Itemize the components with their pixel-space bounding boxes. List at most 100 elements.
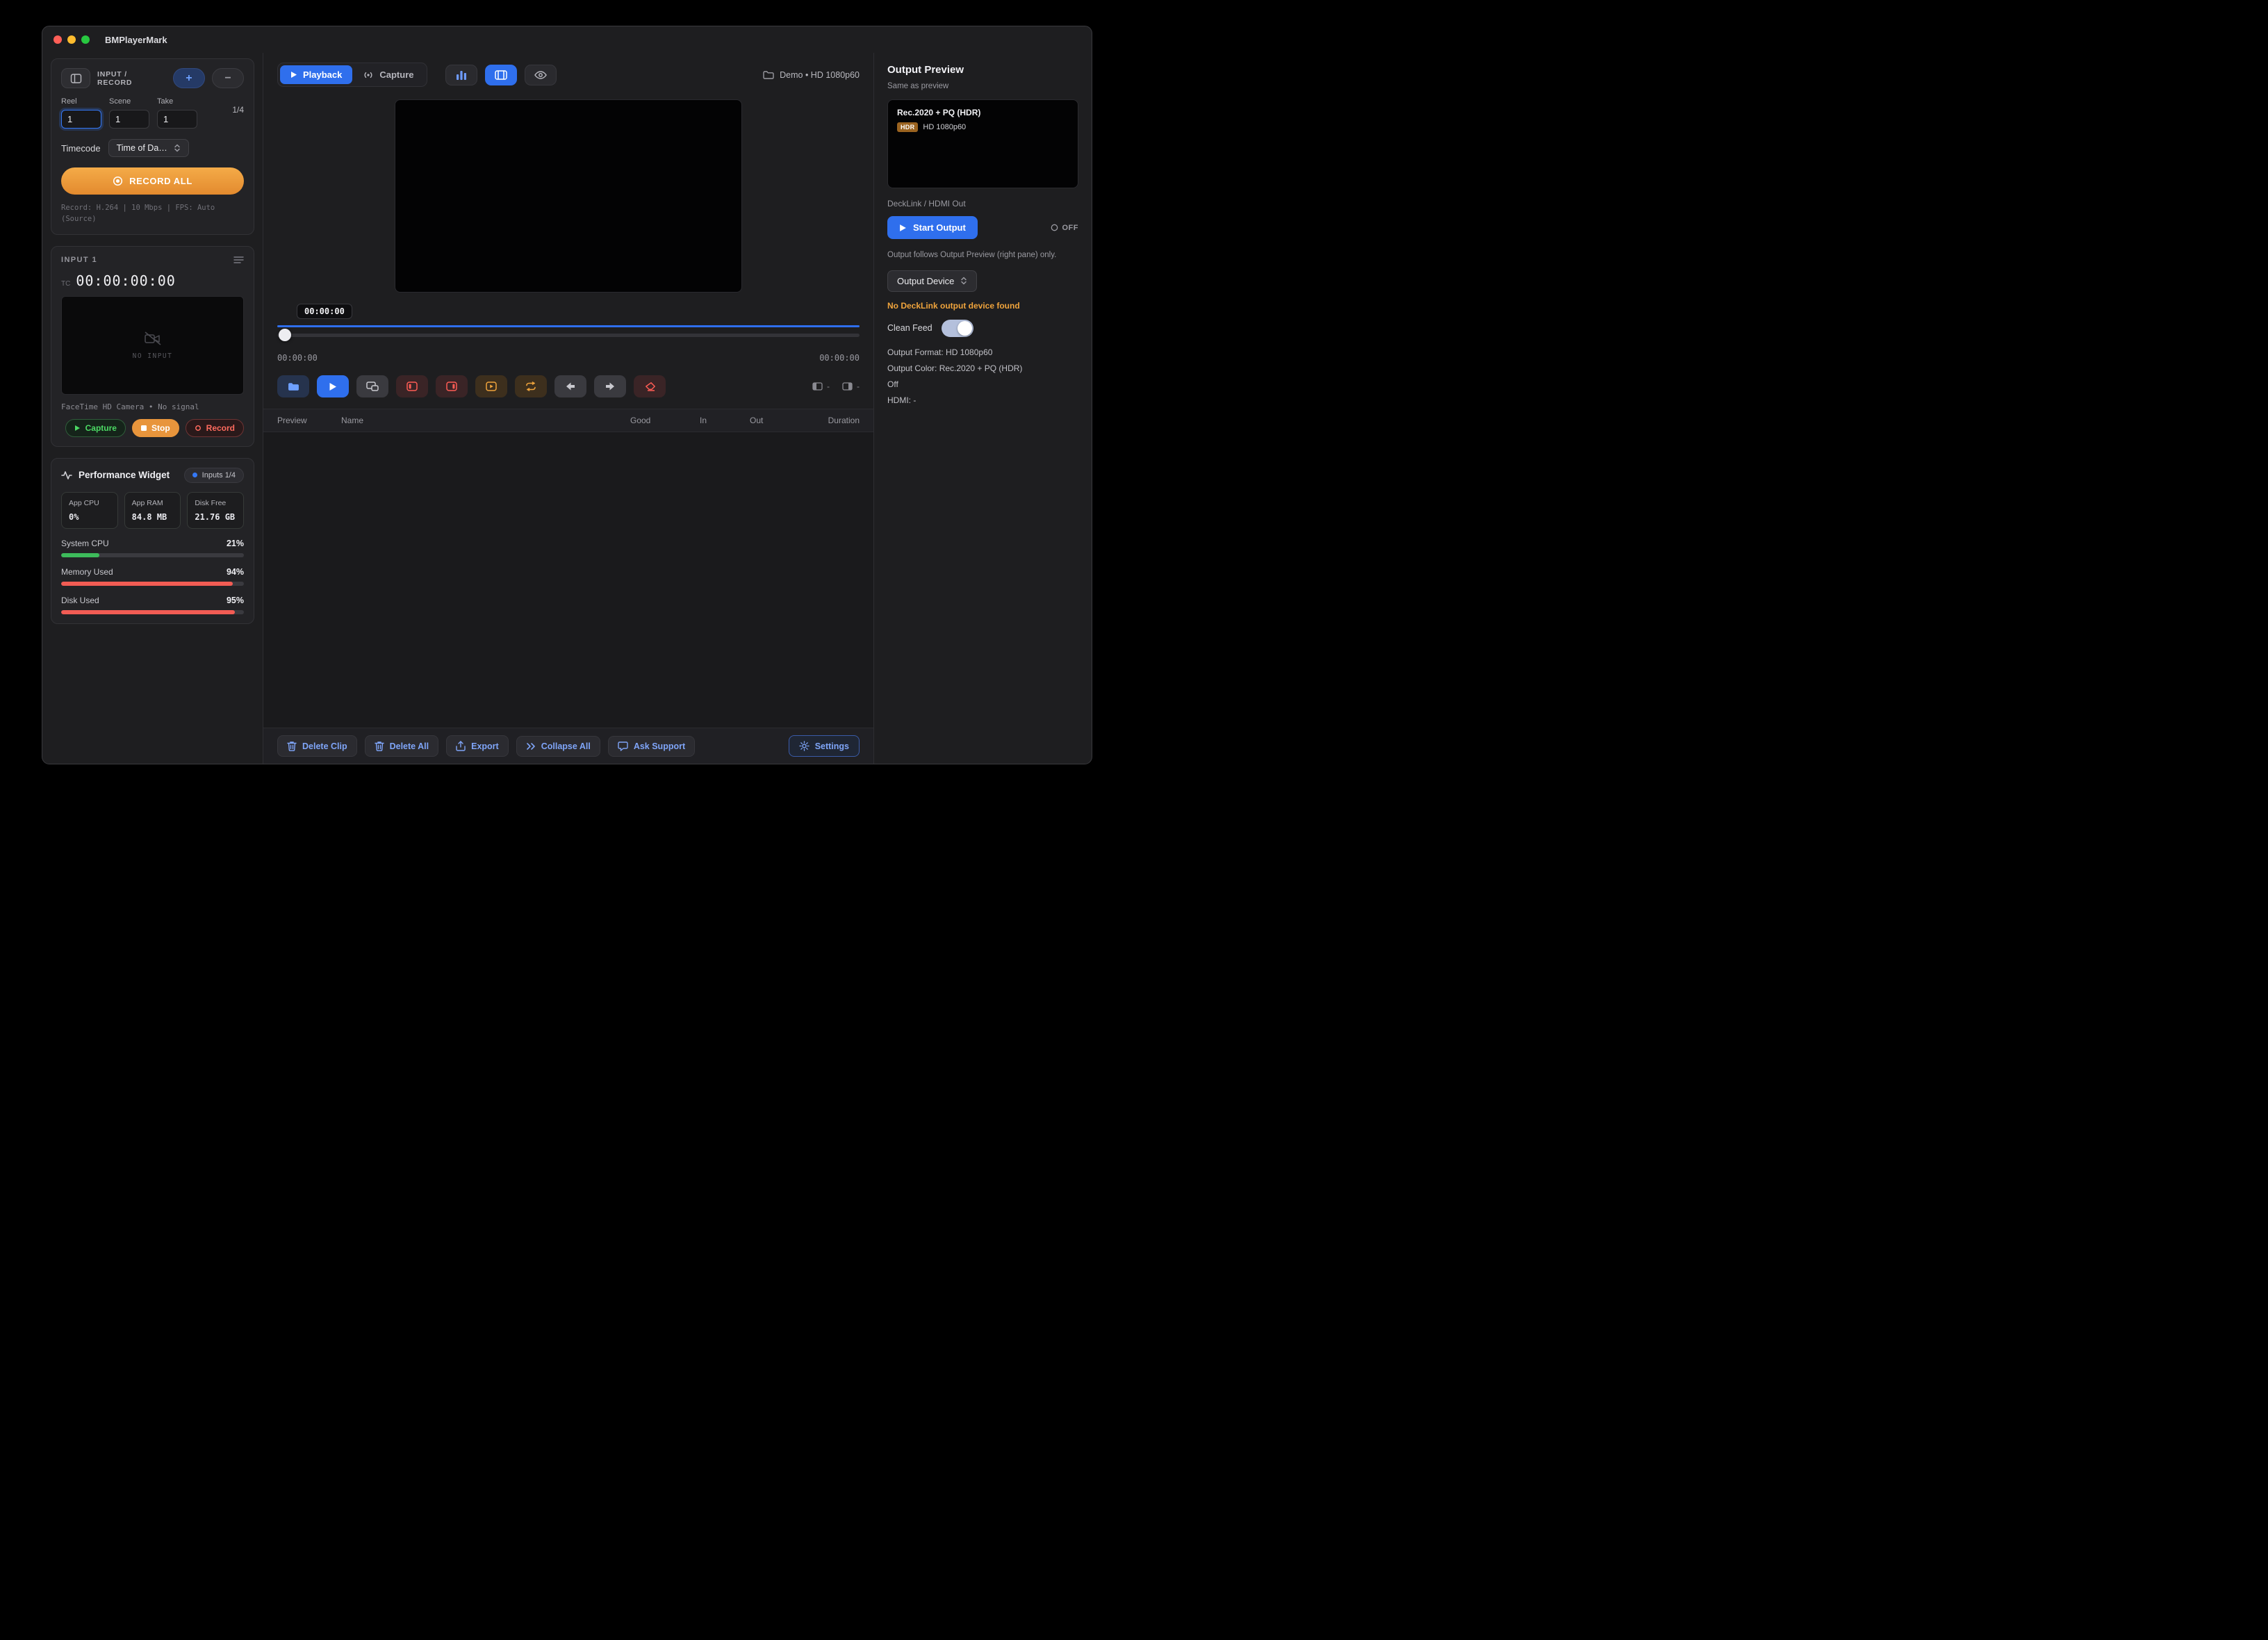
next-clip-button[interactable] <box>594 375 626 397</box>
timecode-label: Timecode <box>61 143 101 154</box>
collapse-all-button[interactable]: Collapse All <box>516 736 600 757</box>
output-title: Output Preview <box>887 64 1078 76</box>
take-field: Take <box>157 97 197 129</box>
scopes-button[interactable] <box>445 65 477 85</box>
right-pane-toggle[interactable]: - <box>842 382 860 391</box>
hdr-badge: HDR <box>897 122 918 132</box>
panel-title: INPUT / RECORD <box>97 70 159 87</box>
sidebar-panel-icon <box>70 74 82 83</box>
detail-output-state: Off <box>887 379 1078 389</box>
reel-input[interactable] <box>61 110 101 129</box>
stop-button[interactable]: Stop <box>132 419 179 437</box>
timecode-selected-value: Time of Da… <box>117 143 167 153</box>
tab-capture[interactable]: Capture <box>352 65 424 84</box>
pip-icon <box>366 382 379 391</box>
play-icon <box>899 224 907 232</box>
folder-icon <box>763 70 774 79</box>
eraser-icon <box>644 382 656 391</box>
output-warning: No DeckLink output device found <box>887 301 1078 311</box>
remove-input-button[interactable]: − <box>212 68 244 88</box>
frame-view-button[interactable] <box>485 65 517 85</box>
stat-app-ram: App RAM 84.8 MB <box>124 492 181 529</box>
scene-label: Scene <box>109 97 149 106</box>
capture-button[interactable]: Capture <box>65 419 126 437</box>
ask-support-button[interactable]: Ask Support <box>608 736 695 757</box>
chevron-up-down-icon <box>960 276 967 286</box>
sidebar-toggle-button[interactable] <box>61 68 90 88</box>
status-dot <box>192 473 197 477</box>
reel-label: Reel <box>61 97 101 106</box>
video-preview[interactable] <box>395 99 742 293</box>
gear-icon <box>799 741 810 751</box>
column-preview: Preview <box>277 416 341 425</box>
main-area: Playback Capture <box>263 53 873 764</box>
mark-out-button[interactable] <box>436 375 468 397</box>
export-button[interactable]: Export <box>446 735 509 757</box>
double-chevron-icon <box>526 742 536 751</box>
record-button[interactable]: Record <box>186 419 244 437</box>
output-format-label: HD 1080p60 <box>923 123 966 131</box>
clip-table-header: Preview Name Good In Out Duration <box>263 409 873 432</box>
window-title: BMPlayerMark <box>105 35 167 45</box>
zoom-button[interactable] <box>81 35 90 44</box>
play-icon <box>74 425 81 432</box>
output-device-select[interactable]: Output Device <box>887 270 977 292</box>
scrubber-time-bubble: 00:00:00 <box>297 304 352 319</box>
left-sidebar: INPUT / RECORD + − Reel Scene Tak <box>42 53 263 764</box>
clip-table-body[interactable] <box>263 432 873 728</box>
detail-output-format: Output Format: HD 1080p60 <box>887 347 1078 357</box>
pip-button[interactable] <box>356 375 388 397</box>
output-device-label: DeckLink / HDMI Out <box>887 199 1078 208</box>
record-all-button[interactable]: RECORD ALL <box>61 167 244 195</box>
column-in: In <box>700 416 750 425</box>
input-record-panel: INPUT / RECORD + − Reel Scene Tak <box>51 58 254 235</box>
footer-toolbar: Delete Clip Delete All Export <box>263 728 873 764</box>
play-button[interactable] <box>317 375 349 397</box>
minimize-button[interactable] <box>67 35 76 44</box>
output-color-label: Rec.2020 + PQ (HDR) <box>897 108 1069 117</box>
export-icon <box>456 741 466 751</box>
input1-panel: INPUT 1 TC 00:00:00:00 NO INPUT <box>51 246 254 447</box>
left-pane-toggle[interactable]: - <box>812 382 830 391</box>
arrow-right-icon <box>605 382 616 391</box>
time-remaining: 00:00:00 <box>819 353 860 363</box>
toggle-knob <box>958 321 972 336</box>
take-input[interactable] <box>157 110 197 129</box>
chat-icon <box>618 741 628 751</box>
input1-menu-button[interactable] <box>233 256 244 264</box>
play-clip-button[interactable] <box>475 375 507 397</box>
scene-input[interactable] <box>109 110 149 129</box>
bar-chart-icon <box>456 70 467 80</box>
arrow-left-icon <box>565 382 576 391</box>
output-details: Output Format: HD 1080p60 Output Color: … <box>887 347 1078 405</box>
clean-feed-label: Clean Feed <box>887 323 932 333</box>
left-pane-icon <box>812 382 823 391</box>
scrubber-section: 00:00:00 00:00:00 00:00:00 <box>263 293 873 363</box>
media-browser-button[interactable] <box>277 375 309 397</box>
folder-icon <box>288 382 299 391</box>
settings-button[interactable]: Settings <box>789 735 860 757</box>
loop-button[interactable] <box>515 375 547 397</box>
scrubber-handle[interactable] <box>279 329 291 341</box>
scrubber-track[interactable] <box>277 334 860 337</box>
preview-visibility-button[interactable] <box>525 65 557 85</box>
meter-bar <box>61 553 244 557</box>
add-input-button[interactable]: + <box>173 68 205 88</box>
close-button[interactable] <box>54 35 62 44</box>
timecode-select[interactable]: Time of Da… <box>108 139 189 157</box>
tab-playback[interactable]: Playback <box>280 65 352 84</box>
chevron-up-down-icon <box>174 143 181 153</box>
transport-controls: - - <box>263 363 873 409</box>
column-name: Name <box>341 416 630 425</box>
previous-clip-button[interactable] <box>554 375 586 397</box>
delete-clip-button[interactable]: Delete Clip <box>277 735 357 757</box>
erase-button[interactable] <box>634 375 666 397</box>
tc-value: 00:00:00:00 <box>76 272 175 289</box>
meter-bar <box>61 582 244 586</box>
clean-feed-toggle[interactable] <box>942 320 973 337</box>
delete-all-button[interactable]: Delete All <box>365 735 439 757</box>
meter-system-cpu: System CPU 21% <box>61 539 244 557</box>
start-output-button[interactable]: Start Output <box>887 216 978 239</box>
mark-in-icon <box>406 382 418 391</box>
mark-in-button[interactable] <box>396 375 428 397</box>
